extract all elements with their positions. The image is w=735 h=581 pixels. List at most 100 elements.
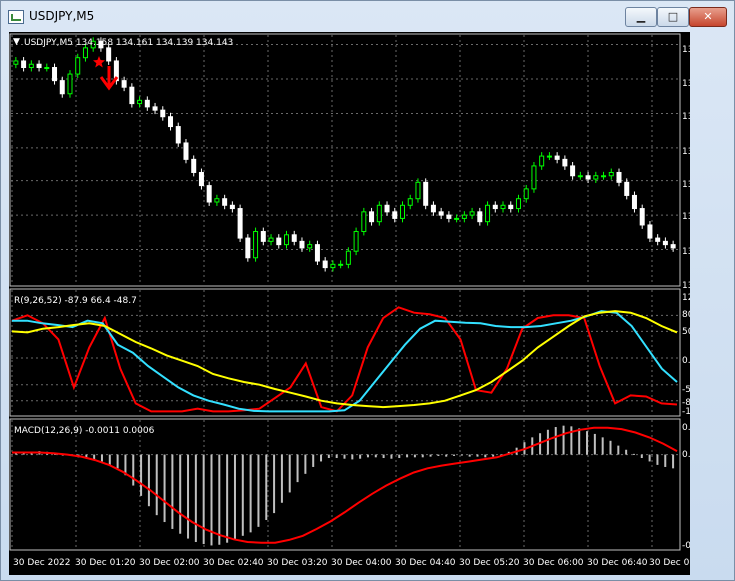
- time-tick: 30 Dec 06:40: [587, 558, 648, 568]
- candle-body: [655, 237, 661, 242]
- price-tick: 133.090: [682, 45, 690, 55]
- candle-body: [206, 185, 212, 203]
- candle-body: [129, 86, 135, 105]
- candle-body: [430, 204, 436, 213]
- macd-histogram-bar: [226, 454, 229, 543]
- macd-histogram-bar: [429, 454, 432, 457]
- price-pane-header: USDJPY,M5 134.158 134.161 134.139 134.14…: [24, 38, 233, 48]
- candle-body: [446, 214, 452, 219]
- macd-histogram-bar: [296, 454, 299, 483]
- candle-body: [384, 204, 390, 213]
- macd-histogram-bar: [304, 454, 307, 474]
- candle-body: [477, 211, 483, 223]
- candle-body: [577, 175, 583, 178]
- indicator-pane: [11, 306, 678, 413]
- price-tick: 132.675: [682, 180, 690, 190]
- macd-histogram-bar: [335, 454, 338, 459]
- candle-body: [353, 231, 359, 252]
- indicator-tick: 50: [682, 327, 690, 337]
- macd-histogram-bar: [578, 428, 581, 455]
- time-tick: 30 Dec 01:20: [75, 558, 136, 568]
- macd-histogram-bar: [554, 427, 557, 455]
- candle-body: [647, 224, 653, 239]
- window-title: USDJPY,M5: [29, 9, 95, 23]
- macd-histogram-bar: [656, 454, 659, 465]
- candle-body: [276, 237, 282, 246]
- time-tick: 30 Dec 03:20: [267, 558, 328, 568]
- macd-axis: 0.0444 0.00 -0.1328: [682, 423, 690, 551]
- candle-body: [562, 158, 568, 167]
- macd-histogram-bar: [116, 454, 119, 469]
- time-tick: 30 Dec 07:20: [649, 558, 690, 568]
- price-tick: 132.570: [682, 212, 690, 222]
- macd-histogram-bar: [570, 426, 573, 455]
- candle-body: [21, 60, 27, 69]
- chart-canvas[interactable]: ▼ USDJPY,M5 134.158 134.161 134.139 134.…: [9, 32, 690, 575]
- candle-body: [485, 204, 491, 223]
- macd-histogram-bar: [187, 454, 190, 539]
- macd-histogram-bar: [460, 454, 463, 456]
- maximize-button[interactable]: □: [657, 7, 689, 27]
- candle-body: [59, 80, 65, 95]
- indicator-axis: 120 80 50 0.00 -50 -80 -100: [682, 293, 690, 417]
- indicator-tick: 120: [682, 293, 690, 303]
- candle-body: [299, 240, 305, 249]
- candle-body: [168, 116, 174, 128]
- price-tick: 132.775: [682, 147, 690, 157]
- macd-histogram-bar: [453, 454, 456, 456]
- macd-histogram-bar: [249, 454, 252, 533]
- macd-histogram-bar: [672, 454, 675, 469]
- close-button[interactable]: ✕: [689, 7, 727, 27]
- macd-signal-line: [12, 426, 678, 544]
- macd-histogram-bar: [359, 454, 362, 459]
- candle-body: [508, 204, 514, 210]
- candle-body: [28, 63, 34, 69]
- time-tick: 30 Dec 04:00: [331, 558, 392, 568]
- macd-histogram-bar: [100, 454, 103, 462]
- indicator-series-line: [12, 310, 678, 413]
- candle-body: [67, 73, 73, 95]
- macd-histogram-bar: [484, 454, 487, 458]
- macd-histogram-bar: [155, 454, 158, 516]
- minimize-button[interactable]: ▁: [625, 7, 657, 27]
- time-tick: 30 Dec 02:40: [203, 558, 264, 568]
- candle-body: [624, 181, 630, 196]
- candle-body: [291, 234, 297, 242]
- macd-histogram-bar: [218, 454, 221, 545]
- time-tick: 30 Dec 2022: [13, 558, 71, 568]
- macd-histogram-bar: [194, 454, 197, 543]
- macd-histogram-bar: [351, 454, 354, 460]
- macd-histogram-bar: [366, 454, 369, 458]
- macd-histogram-bar: [382, 454, 385, 459]
- macd-histogram-bar: [664, 454, 667, 467]
- macd-histogram-bar: [640, 454, 643, 459]
- indicator-tick: 80: [682, 310, 690, 320]
- candle-body: [253, 231, 259, 259]
- macd-histogram-bar: [140, 454, 143, 496]
- candle-body: [144, 99, 150, 108]
- candle-body: [338, 263, 344, 266]
- macd-histogram-bar: [312, 454, 315, 467]
- candle-body: [399, 204, 405, 219]
- macd-histogram-bar: [108, 454, 111, 465]
- candle-body: [469, 211, 475, 216]
- title-bar[interactable]: USDJPY,M5 ▁ □ ✕: [1, 1, 734, 31]
- macd-histogram-bar: [586, 431, 589, 455]
- price-pane: [13, 37, 676, 272]
- candle-body: [121, 80, 127, 88]
- candle-body: [268, 237, 274, 242]
- candle-body: [137, 99, 143, 105]
- chart-area[interactable]: ▼ USDJPY,M5 134.158 134.161 134.139 134.…: [9, 32, 690, 575]
- price-header-marker[interactable]: ▼: [13, 37, 20, 47]
- indicator-pane-header: R(9,26,52) -87.9 66.4 -48.7: [14, 296, 137, 306]
- macd-histogram-bar: [343, 454, 346, 459]
- candle-body: [222, 198, 228, 206]
- candle-body: [36, 63, 42, 69]
- candle-body: [539, 155, 545, 167]
- indicator-tick: 0.00: [682, 356, 690, 366]
- candle-body: [631, 194, 637, 210]
- macd-histogram-bar: [476, 454, 479, 457]
- price-tick: 132.985: [682, 79, 690, 89]
- chart-window-icon: [8, 10, 24, 24]
- maximize-icon: □: [667, 10, 679, 23]
